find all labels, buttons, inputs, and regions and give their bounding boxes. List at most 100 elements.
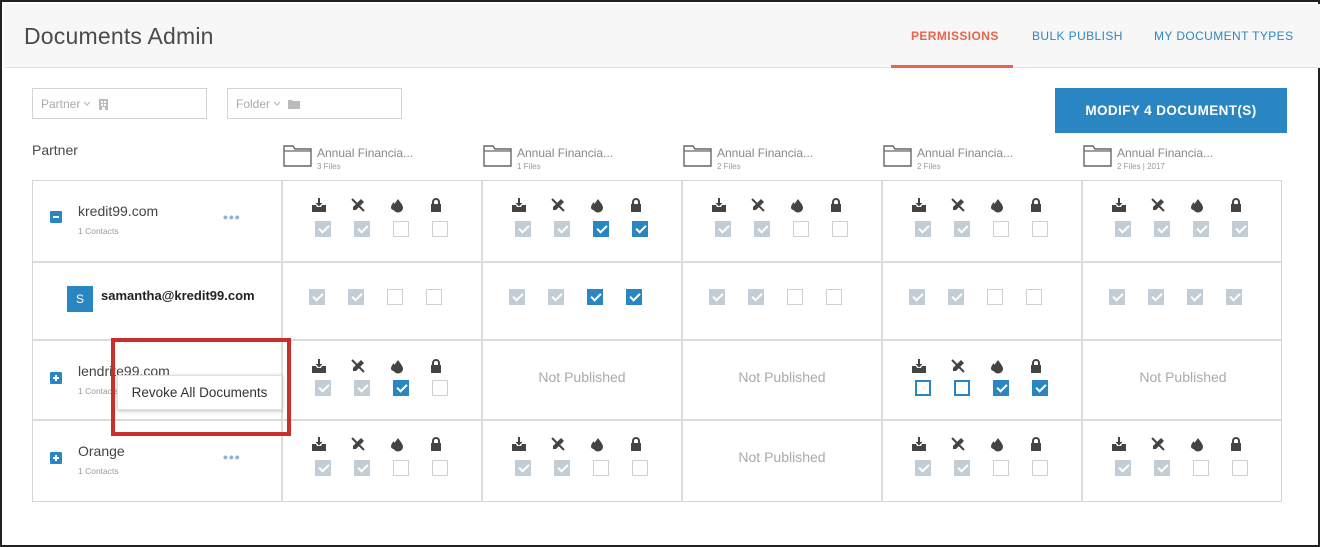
permission-checkbox[interactable] (1115, 221, 1131, 237)
permission-checkbox[interactable] (993, 460, 1009, 476)
document-column-header[interactable]: Annual Financia... 2 Files (683, 143, 883, 173)
permission-checkbox[interactable] (1154, 460, 1170, 476)
not-published-label: Not Published (738, 449, 826, 465)
permission-checkbox[interactable] (315, 221, 331, 237)
permission-checkbox[interactable] (993, 380, 1009, 396)
edit-off-icon (350, 196, 366, 214)
permission-checkbox[interactable] (748, 289, 764, 305)
permission-checkbox[interactable] (1193, 221, 1209, 237)
permission-checkbox[interactable] (915, 460, 931, 476)
permission-checkbox[interactable] (948, 289, 964, 305)
permission-checkbox[interactable] (1115, 460, 1131, 476)
avatar: S (67, 286, 93, 312)
watermark-icon (589, 435, 605, 453)
tab-permissions[interactable]: PERMISSIONS (911, 29, 999, 43)
permission-checkbox[interactable] (1187, 289, 1203, 305)
permission-checkbox[interactable] (315, 460, 331, 476)
modify-documents-button[interactable]: MODIFY 4 DOCUMENT(S) (1055, 88, 1287, 133)
page-title: Documents Admin (24, 23, 214, 49)
permission-checkbox[interactable] (715, 221, 731, 237)
permission-checkbox[interactable] (587, 289, 603, 305)
permission-checkbox[interactable] (1232, 221, 1248, 237)
permission-checkbox[interactable] (1226, 289, 1242, 305)
edit-off-icon (950, 196, 966, 214)
permission-checkbox[interactable] (554, 460, 570, 476)
permission-checkbox[interactable] (1154, 221, 1170, 237)
permission-checkbox[interactable] (1026, 289, 1042, 305)
permission-checkbox[interactable] (515, 221, 531, 237)
permission-checkbox[interactable] (1148, 289, 1164, 305)
partner-filter-label: Partner (41, 96, 81, 111)
permission-checkbox[interactable] (909, 289, 925, 305)
permission-checkbox[interactable] (1032, 380, 1048, 396)
permission-checkbox[interactable] (387, 289, 403, 305)
permission-checkbox[interactable] (554, 221, 570, 237)
watermark-icon (989, 357, 1005, 375)
edit-off-icon (550, 196, 566, 214)
permission-checkbox[interactable] (548, 289, 564, 305)
contact-email: samantha@kredit99.com (101, 288, 255, 303)
permission-checkbox[interactable] (915, 221, 931, 237)
more-icon[interactable]: ••• (223, 209, 241, 225)
permission-checkbox[interactable] (709, 289, 725, 305)
watermark-icon (1189, 435, 1205, 453)
contact-cell: S samantha@kredit99.com (33, 263, 283, 339)
permission-checkbox[interactable] (593, 221, 609, 237)
permission-checkbox[interactable] (432, 221, 448, 237)
expand-icon[interactable] (50, 452, 62, 464)
tab-bulk-publish[interactable]: BULK PUBLISH (1032, 29, 1123, 43)
partner-contacts: 1 Contacts (78, 226, 119, 236)
watermark-icon (789, 196, 805, 214)
permission-checkbox[interactable] (348, 289, 364, 305)
permission-checkbox[interactable] (954, 380, 970, 396)
document-column-header[interactable]: Annual Financia... 2 Files | 2017 (1083, 143, 1283, 173)
permission-checkbox[interactable] (393, 460, 409, 476)
permission-checkbox[interactable] (987, 289, 1003, 305)
collapse-icon[interactable] (50, 211, 62, 223)
partner-filter[interactable]: Partner (32, 88, 207, 119)
lock-icon (828, 196, 844, 214)
permission-checkbox[interactable] (593, 460, 609, 476)
permission-checkbox[interactable] (1109, 289, 1125, 305)
permission-checkbox[interactable] (426, 289, 442, 305)
tab-my-document-types[interactable]: MY DOCUMENT TYPES (1154, 29, 1294, 43)
edit-off-icon (350, 357, 366, 375)
permission-checkbox[interactable] (509, 289, 525, 305)
expand-icon[interactable] (50, 372, 62, 384)
permission-checkbox[interactable] (393, 380, 409, 396)
permission-checkbox[interactable] (954, 460, 970, 476)
permission-checkbox[interactable] (354, 221, 370, 237)
more-icon[interactable]: ••• (223, 449, 241, 465)
permission-checkbox[interactable] (993, 221, 1009, 237)
permission-checkbox[interactable] (515, 460, 531, 476)
permission-checkbox[interactable] (793, 221, 809, 237)
permission-checkbox[interactable] (309, 289, 325, 305)
download-icon (311, 357, 327, 375)
table-row: S samantha@kredit99.com (33, 263, 1281, 341)
permission-checkbox[interactable] (632, 221, 648, 237)
document-column-header[interactable]: Annual Financia... 3 Files (283, 143, 483, 173)
folder-filter[interactable]: Folder (227, 88, 402, 119)
permission-checkbox[interactable] (432, 380, 448, 396)
permission-checkbox[interactable] (1193, 460, 1209, 476)
permission-checkbox[interactable] (354, 460, 370, 476)
permission-checkbox[interactable] (315, 380, 331, 396)
download-icon (1111, 435, 1127, 453)
permission-checkbox[interactable] (954, 221, 970, 237)
permission-checkbox[interactable] (432, 460, 448, 476)
document-column-header[interactable]: Annual Financia... 2 Files (883, 143, 1083, 173)
permission-checkbox[interactable] (626, 289, 642, 305)
permission-checkbox[interactable] (787, 289, 803, 305)
permission-checkbox[interactable] (1032, 221, 1048, 237)
permission-checkbox[interactable] (754, 221, 770, 237)
permission-checkbox[interactable] (354, 380, 370, 396)
permission-checkbox[interactable] (832, 221, 848, 237)
permission-checkbox[interactable] (915, 380, 931, 396)
permission-checkbox[interactable] (826, 289, 842, 305)
document-column-header[interactable]: Annual Financia... 1 Files (483, 143, 683, 173)
not-published-label: Not Published (738, 369, 826, 385)
permission-checkbox[interactable] (632, 460, 648, 476)
permission-checkbox[interactable] (1232, 460, 1248, 476)
permission-checkbox[interactable] (393, 221, 409, 237)
permission-checkbox[interactable] (1032, 460, 1048, 476)
